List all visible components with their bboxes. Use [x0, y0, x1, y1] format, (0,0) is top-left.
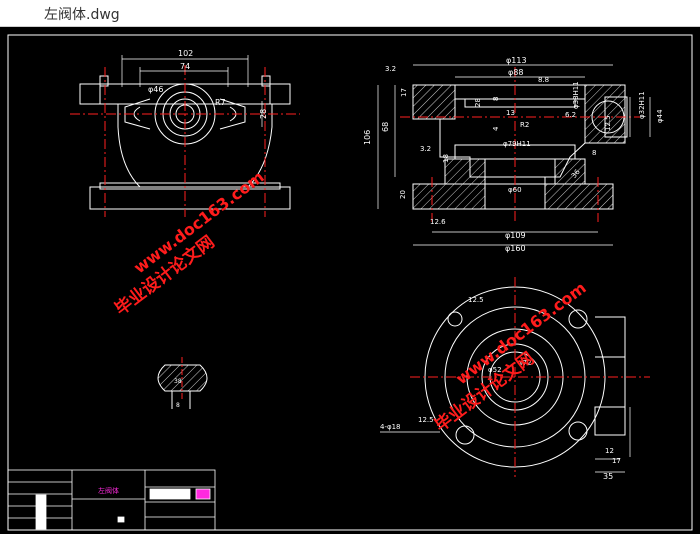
dim-phi160: φ160 — [505, 244, 526, 253]
dim-28-front: 28 — [259, 109, 268, 119]
dim-17-sec: 17 — [400, 88, 408, 97]
dim-phi44: φ44 — [656, 109, 664, 123]
dim-18: 18 — [442, 154, 450, 163]
dim-8-sec: 8 — [492, 97, 500, 101]
cad-drawing: 102 74 φ46 R7 28 φ113 φ88 8.8 3.2 17 28 … — [7, 34, 693, 531]
dim-4: 4 — [492, 126, 500, 131]
front-view-centerlines — [70, 65, 300, 217]
dim-74: 74 — [180, 62, 190, 71]
dim-12-6: 12.6 — [430, 218, 446, 226]
dim-35: 35 — [603, 472, 613, 481]
dim-6-2: 6.2 — [565, 111, 576, 119]
dim-3-2-top: 3.2 — [385, 65, 396, 73]
detail-dim-a: 38 — [174, 378, 182, 385]
dim-12: 12 — [605, 447, 614, 455]
dim-4-phi18: 4-φ18 — [380, 423, 401, 431]
cad-drawing-canvas[interactable]: 102 74 φ46 R7 28 φ113 φ88 8.8 3.2 17 28 … — [0, 27, 700, 534]
dim-12-5-plan: 12.5 — [468, 296, 484, 304]
document-title: 左阀体.dwg — [44, 7, 120, 23]
front-view-dims — [121, 55, 263, 127]
dim-8-8: 8.8 — [538, 76, 549, 84]
dim-106: 106 — [363, 130, 372, 145]
dim-r2: R2 — [520, 121, 529, 129]
dim-phi79h11: φ79H11 — [503, 140, 531, 148]
dim-phi38h11: φ38H11 — [572, 81, 580, 109]
dim-20: 20 — [399, 190, 407, 199]
dim-8-sec-b: 8 — [592, 149, 596, 157]
dim-13: 13 — [506, 109, 515, 117]
dim-phi113: φ113 — [506, 56, 527, 65]
window-titlebar: 左阀体.dwg — [0, 0, 700, 27]
dim-102: 102 — [178, 49, 193, 58]
dim-68: 68 — [381, 122, 390, 132]
detail-dim-b: 8 — [176, 402, 180, 409]
dim-17-plan: 17 — [612, 457, 621, 465]
title-block — [7, 469, 216, 531]
dim-phi32h11: φ32H11 — [638, 91, 646, 119]
dim-phi60: φ60 — [508, 186, 522, 194]
dim-phi46: φ46 — [148, 85, 163, 94]
watermark-1: 毕业设计论文网 www.doc163.com — [111, 167, 268, 320]
watermark-2: 毕业设计论文网 www.doc163.com — [431, 278, 590, 436]
dim-r7: R7 — [215, 98, 226, 107]
plan-centerlines — [410, 277, 650, 477]
title-block-drawing-name: 左阀体 — [98, 486, 119, 495]
dim-28-sec: 28 — [474, 98, 482, 107]
dim-3-2-mid: 3.2 — [420, 145, 431, 153]
dim-phi88: φ88 — [508, 68, 523, 77]
dim-12-5-sec: 12.5 — [604, 115, 612, 131]
dim-phi109: φ109 — [505, 231, 526, 240]
